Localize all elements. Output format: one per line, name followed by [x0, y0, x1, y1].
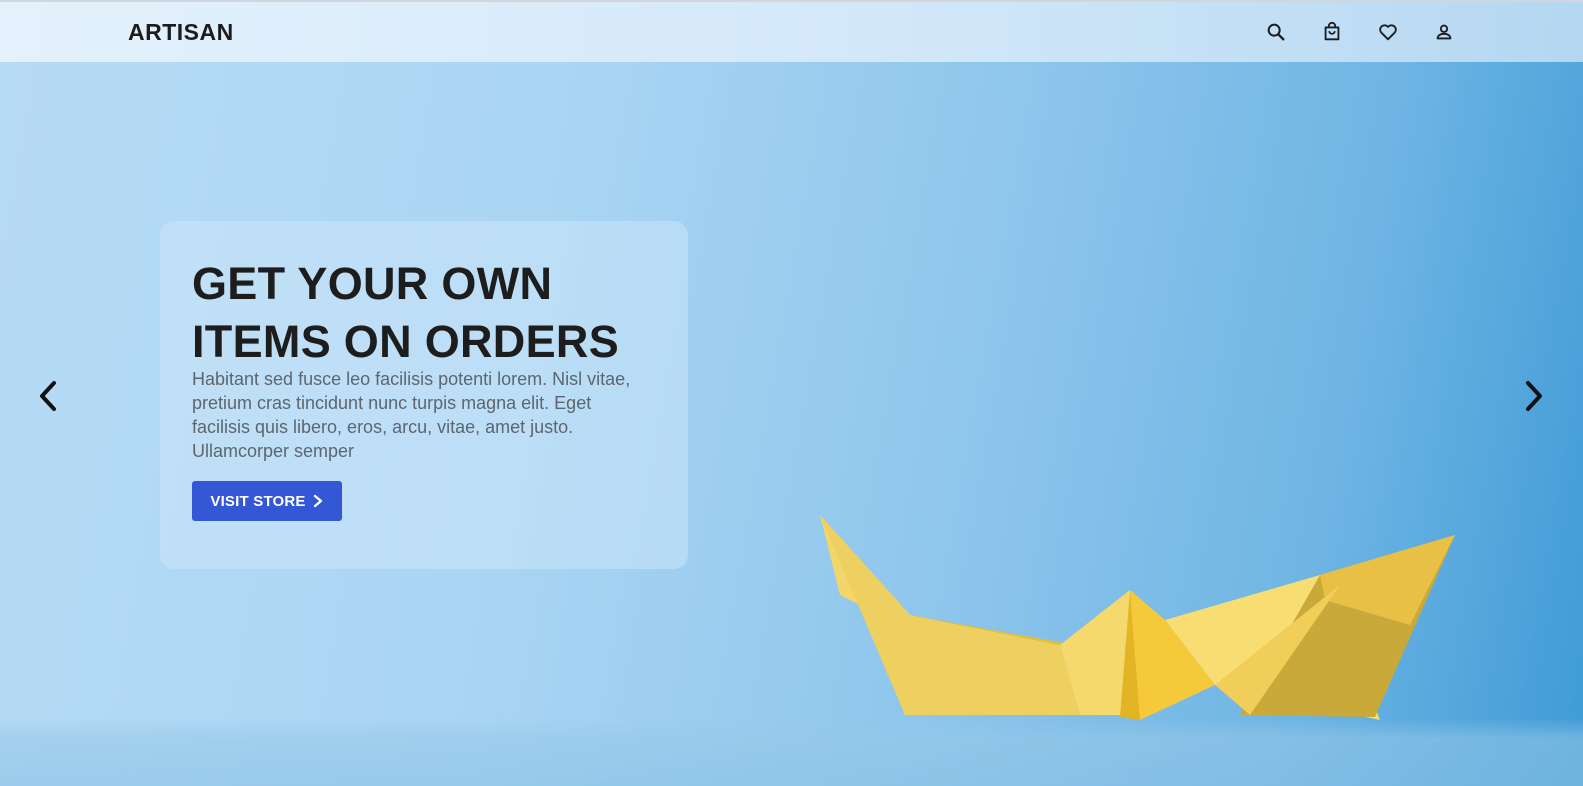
visit-store-label: VISIT STORE — [210, 492, 306, 510]
hero-title: GET YOUR OWN ITEMS ON ORDERS — [192, 258, 620, 367]
chevron-left-icon — [40, 381, 56, 411]
chevron-right-icon — [1526, 381, 1542, 411]
user-icon[interactable] — [1430, 18, 1458, 46]
hero-description: Habitant sed fusce leo facilisis potenti… — [192, 369, 631, 461]
shopping-bag-icon[interactable] — [1318, 18, 1346, 46]
site-header: ARTISAN — [0, 2, 1583, 62]
paper-boat-image — [820, 515, 1455, 720]
carousel-prev-button[interactable] — [30, 376, 66, 416]
search-icon[interactable] — [1262, 18, 1290, 46]
page: ARTISAN GET YOUR OWN ITEMS ON ORDERS Hab… — [0, 0, 1583, 786]
water-surface — [0, 718, 1583, 786]
heart-icon[interactable] — [1374, 18, 1402, 46]
hero-card: GET YOUR OWN ITEMS ON ORDERS Habitant se… — [160, 221, 688, 569]
carousel-next-button[interactable] — [1516, 376, 1552, 416]
site-logo[interactable]: ARTISAN — [128, 19, 234, 46]
visit-store-button[interactable]: VISIT STORE — [192, 481, 342, 521]
chevron-right-icon — [313, 494, 322, 508]
